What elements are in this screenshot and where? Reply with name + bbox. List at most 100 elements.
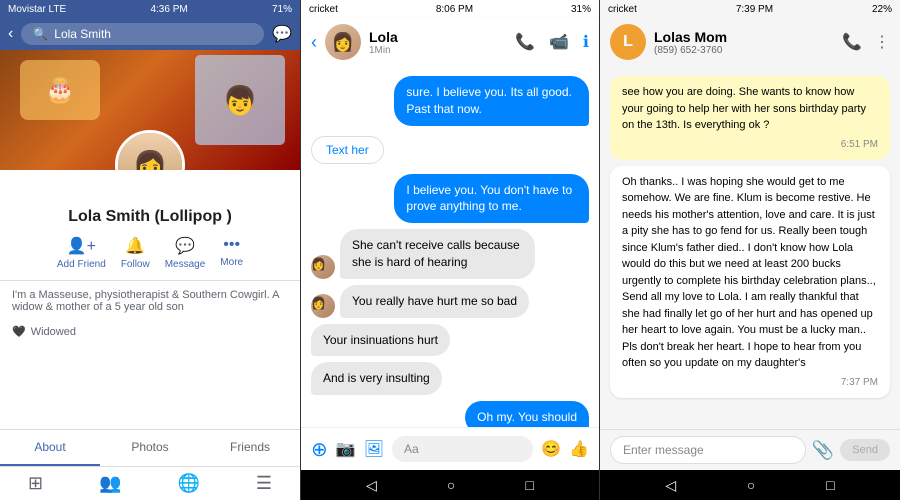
follow-button[interactable]: 🔔 Follow [121, 236, 150, 270]
status-text: Widowed [31, 326, 76, 338]
add-friend-label: Add Friend [57, 259, 106, 270]
message-row: 👩 She can't receive calls because she is… [311, 229, 589, 279]
back-arrow-icon[interactable]: ‹ [8, 25, 13, 43]
contact-avatar-3: L [610, 24, 646, 60]
profile-name-section: Lola Smith (Lollipop ) [0, 208, 300, 226]
message-timestamp-1: 6:51 PM [622, 137, 878, 152]
messages-list-2: sure. I believe you. Its all good. Past … [301, 66, 599, 427]
tab-about[interactable]: About [0, 430, 100, 466]
profile-name: Lola Smith (Lollipop ) [10, 208, 290, 226]
profile-tabs: About Photos Friends [0, 429, 300, 466]
highlighted-message-text: see how you are doing. She wants to know… [622, 86, 866, 131]
messenger-panel: cricket 8:06 PM 31% ‹ 👩 Lola 1Min 📞 📹 ℹ … [300, 0, 600, 500]
info-icon-2[interactable]: ℹ [583, 32, 589, 52]
tab-photos[interactable]: Photos [100, 430, 200, 466]
message-row: 👩 You really have hurt me so bad [311, 285, 589, 318]
sms-input-bar: Enter message 📎 Send [600, 429, 900, 470]
battery-2: 31% [571, 4, 591, 15]
back-button-2[interactable]: ‹ [311, 32, 317, 53]
attach-icon-3[interactable]: 📎 [812, 440, 834, 461]
time-3: 7:39 PM [736, 4, 773, 15]
add-friend-button[interactable]: 👤+ Add Friend [57, 236, 106, 270]
input-bar-2: ⊕ 📷 🖼 Aa 😊 👍 [301, 427, 599, 470]
contact-avatar-2[interactable]: 👩 [325, 24, 361, 60]
messenger-header: ‹ 👩 Lola 1Min 📞 📹 ℹ [301, 18, 599, 66]
phone-icon-2[interactable]: 📞 [515, 32, 535, 52]
back-nav-icon-2[interactable]: ◁ [366, 477, 377, 494]
status-bar-2: cricket 8:06 PM 31% [301, 0, 599, 18]
follow-icon: 🔔 [125, 236, 145, 256]
recent-nav-icon-2[interactable]: □ [525, 477, 533, 493]
contact-status-2: 1Min [369, 45, 507, 56]
profile-bio: I'm a Masseuse, physiotherapist & Southe… [0, 281, 300, 321]
recent-nav-icon-3[interactable]: □ [826, 477, 834, 493]
message-timestamp-2: 7:37 PM [622, 375, 878, 390]
contact-info-2: Lola 1Min [369, 29, 507, 56]
contact-info-3: Lolas Mom (859) 652-3760 [654, 29, 834, 56]
search-box[interactable]: 🔍 Lola Smith [21, 23, 264, 45]
add-icon-2[interactable]: ⊕ [311, 437, 328, 462]
bottom-nav-1: ⊞ 👥 🌐 ☰ [0, 466, 300, 500]
heart-icon: 🖤 [12, 325, 26, 338]
carrier-3: cricket [608, 4, 637, 15]
menu-icon[interactable]: ☰ [256, 473, 272, 494]
bottom-bar-2: ◁ ○ □ [301, 470, 599, 500]
sms-input[interactable]: Enter message [610, 436, 806, 464]
received-sms-text-1: Oh thanks.. I was hoping she would get t… [622, 176, 876, 370]
message-row: Oh my. You should [311, 401, 589, 427]
friends-icon[interactable]: 👥 [99, 473, 121, 494]
profile-avatar[interactable]: 👩 [115, 130, 185, 170]
camera-icon-2[interactable]: 📷 [336, 439, 356, 459]
sms-header: L Lolas Mom (859) 652-3760 📞 ⋮ [600, 18, 900, 66]
carrier-2: cricket [309, 4, 338, 15]
like-icon-2[interactable]: 👍 [569, 439, 589, 459]
relationship-status: 🖤 Widowed [0, 321, 300, 342]
message-row: sure. I believe you. Its all good. Past … [311, 76, 589, 126]
cover-photo: 🎂 👦 👩 [0, 50, 300, 170]
send-button-3[interactable]: Send [840, 439, 890, 461]
more-button[interactable]: ••• More [220, 236, 243, 270]
phone-icon-3[interactable]: 📞 [842, 32, 862, 52]
facebook-profile-panel: Movistar LTE 4:36 PM 71% ‹ 🔍 Lola Smith … [0, 0, 300, 500]
message-row: Your insinuations hurt [311, 324, 589, 357]
sms-messages-list: see how you are doing. She wants to know… [600, 66, 900, 429]
contact-name-3: Lolas Mom [654, 29, 834, 45]
search-icon: 🔍 [33, 27, 48, 41]
tab-friends[interactable]: Friends [200, 430, 300, 466]
sender-avatar: 👩 [311, 294, 335, 318]
messenger-icon[interactable]: 💬 [272, 24, 292, 44]
photo-icon-2[interactable]: 🖼 [364, 439, 384, 459]
time-2: 8:06 PM [436, 4, 473, 15]
received-message-1: She can't receive calls because she is h… [340, 229, 535, 279]
message-icon: 💬 [175, 236, 195, 256]
contact-name-2: Lola [369, 29, 507, 45]
text-her-button[interactable]: Text her [311, 136, 384, 164]
status-bar-3: cricket 7:39 PM 22% [600, 0, 900, 18]
contact-phone-3: (859) 652-3760 [654, 45, 834, 56]
cake-photo: 🎂 [20, 60, 100, 120]
home-nav-icon-2[interactable]: ○ [447, 477, 455, 493]
carrier-1: Movistar LTE [8, 4, 66, 15]
facebook-search-bar: ‹ 🔍 Lola Smith 💬 [0, 18, 300, 50]
contact-initial: L [623, 33, 633, 51]
message-label: Message [165, 259, 206, 270]
header-icons-2: 📞 📹 ℹ [515, 32, 589, 52]
received-sms-1: Oh thanks.. I was hoping she would get t… [610, 166, 890, 398]
message-input-2[interactable]: Aa [392, 436, 533, 462]
follow-label: Follow [121, 259, 150, 270]
received-message-4: And is very insulting [311, 362, 442, 395]
emoji-icon-2[interactable]: 😊 [541, 439, 561, 459]
message-button[interactable]: 💬 Message [165, 236, 206, 270]
add-friend-icon: 👤+ [67, 236, 96, 256]
sent-message-1: sure. I believe you. Its all good. Past … [394, 76, 589, 126]
battery-1: 71% [272, 4, 292, 15]
globe-icon[interactable]: 🌐 [177, 473, 199, 494]
sent-message-3: Oh my. You should [465, 401, 589, 427]
more-icon-3[interactable]: ⋮ [874, 32, 890, 52]
home-nav-icon-3[interactable]: ○ [747, 477, 755, 493]
video-icon-2[interactable]: 📹 [549, 32, 569, 52]
sender-avatar: 👩 [311, 255, 335, 279]
back-nav-icon-3[interactable]: ◁ [665, 477, 676, 494]
home-icon[interactable]: ⊞ [28, 473, 43, 494]
battery-3: 22% [872, 4, 892, 15]
